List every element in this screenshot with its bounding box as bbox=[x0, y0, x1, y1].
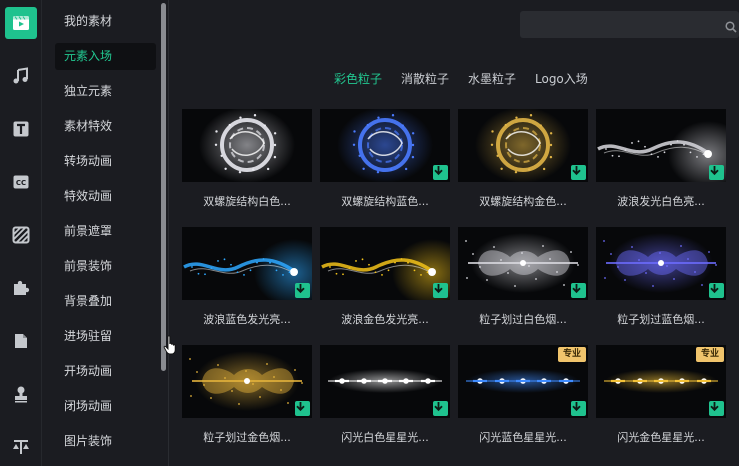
asset-title: 波浪金色发光亮... bbox=[341, 313, 429, 326]
rail-item-music[interactable] bbox=[5, 60, 37, 92]
category-item-entry-hold[interactable]: 进场驻留 bbox=[55, 323, 156, 350]
particle-preview-image bbox=[597, 121, 726, 182]
asset-title: 双螺旋结构白色... bbox=[203, 195, 291, 208]
asset-title: 粒子划过白色烟... bbox=[479, 313, 567, 326]
category-scrollbar[interactable] bbox=[161, 3, 166, 371]
rail-item-media[interactable] bbox=[5, 7, 37, 39]
rail-item-text[interactable] bbox=[5, 113, 37, 145]
filter-icon bbox=[12, 226, 30, 244]
rail-item-split[interactable] bbox=[5, 431, 37, 463]
category-item-image-decor[interactable]: 图片装饰 bbox=[55, 428, 156, 455]
download-icon[interactable] bbox=[709, 283, 724, 298]
tool-rail: CC bbox=[0, 0, 42, 466]
category-item-background-overlay[interactable]: 背景叠加 bbox=[55, 288, 156, 315]
main-panel: 彩色粒子 消散粒子 水墨粒子 Logo入场 双螺旋结构白色... 双螺旋结构蓝色.… bbox=[169, 0, 739, 466]
search-icon[interactable] bbox=[725, 18, 737, 37]
particle-preview-image bbox=[321, 239, 450, 300]
subtab-dissipate-particles[interactable]: 消散粒子 bbox=[401, 70, 449, 87]
subtab-bar: 彩色粒子 消散粒子 水墨粒子 Logo入场 bbox=[169, 70, 739, 88]
asset-thumbnail[interactable] bbox=[596, 109, 726, 182]
asset-thumbnail[interactable]: 专业 bbox=[458, 345, 588, 418]
particle-preview-image bbox=[183, 239, 312, 300]
asset-thumbnail[interactable]: 专业 bbox=[596, 345, 726, 418]
asset-title: 双螺旋结构金色... bbox=[479, 195, 567, 208]
asset-title: 粒子划过蓝色烟... bbox=[617, 313, 705, 326]
category-item-my-assets[interactable]: 我的素材 bbox=[55, 8, 156, 35]
download-icon[interactable] bbox=[571, 401, 586, 416]
asset-thumbnail[interactable] bbox=[320, 109, 450, 182]
particle-preview-image bbox=[337, 109, 433, 182]
particle-preview-image bbox=[475, 109, 571, 182]
asset-title: 波浪发光白色亮... bbox=[617, 195, 705, 208]
app-window: CC 我的素材 元素入场 独立元素 素材特效 转场动画 特效动画 前景遮罩 前景… bbox=[0, 0, 739, 466]
download-icon[interactable] bbox=[295, 401, 310, 416]
download-icon[interactable] bbox=[709, 401, 724, 416]
rail-item-stamp[interactable] bbox=[5, 378, 37, 410]
asset-title: 闪光白色星星光... bbox=[341, 431, 429, 444]
download-icon[interactable] bbox=[433, 401, 448, 416]
category-list: 我的素材 元素入场 独立元素 素材特效 转场动画 特效动画 前景遮罩 前景装饰 … bbox=[43, 0, 170, 466]
mouse-cursor-icon bbox=[163, 335, 179, 359]
asset-thumbnail[interactable] bbox=[320, 227, 450, 300]
asset-title: 波浪蓝色发光亮... bbox=[203, 313, 291, 326]
particle-preview-image bbox=[465, 233, 579, 293]
pro-badge: 专业 bbox=[558, 347, 586, 362]
asset-title: 双螺旋结构蓝色... bbox=[341, 195, 429, 208]
subtitle-icon: CC bbox=[12, 173, 30, 191]
particle-preview-image bbox=[189, 351, 303, 411]
category-item-asset-effects[interactable]: 素材特效 bbox=[55, 113, 156, 140]
subtab-logo-entrance[interactable]: Logo入场 bbox=[535, 70, 588, 87]
category-item-opening[interactable]: 开场动画 bbox=[55, 358, 156, 385]
particle-preview-image bbox=[199, 109, 295, 182]
category-item-transition[interactable]: 转场动画 bbox=[55, 148, 156, 175]
stamp-icon bbox=[12, 385, 30, 403]
category-item-foreground-mask[interactable]: 前景遮罩 bbox=[55, 218, 156, 245]
download-icon[interactable] bbox=[571, 283, 586, 298]
subtab-ink-particles[interactable]: 水墨粒子 bbox=[468, 70, 516, 87]
puzzle-icon bbox=[12, 279, 30, 297]
category-item-element-entrance[interactable]: 元素入场 bbox=[55, 43, 156, 70]
pro-badge: 专业 bbox=[696, 347, 724, 362]
asset-title: 闪光金色星星光... bbox=[617, 431, 705, 444]
rail-item-subtitle[interactable]: CC bbox=[5, 166, 37, 198]
text-icon bbox=[12, 120, 30, 138]
particle-preview-image bbox=[328, 369, 442, 393]
svg-text:CC: CC bbox=[16, 179, 26, 187]
asset-thumbnail[interactable] bbox=[182, 227, 312, 300]
folder-icon bbox=[12, 332, 30, 350]
asset-thumbnail[interactable] bbox=[596, 227, 726, 300]
category-item-standalone[interactable]: 独立元素 bbox=[55, 78, 156, 105]
download-icon[interactable] bbox=[709, 165, 724, 180]
download-icon[interactable] bbox=[433, 165, 448, 180]
download-icon[interactable] bbox=[433, 283, 448, 298]
music-icon bbox=[12, 67, 30, 85]
subtab-color-particles[interactable]: 彩色粒子 bbox=[334, 70, 382, 87]
asset-thumbnail[interactable] bbox=[182, 345, 312, 418]
download-icon[interactable] bbox=[571, 165, 586, 180]
category-item-effect-animation[interactable]: 特效动画 bbox=[55, 183, 156, 210]
download-icon[interactable] bbox=[295, 283, 310, 298]
asset-thumbnail[interactable] bbox=[458, 109, 588, 182]
category-item-closing[interactable]: 闭场动画 bbox=[55, 393, 156, 420]
search-input[interactable] bbox=[520, 11, 739, 38]
media-icon bbox=[11, 13, 31, 33]
asset-thumbnail[interactable] bbox=[182, 109, 312, 182]
category-item-foreground-decor[interactable]: 前景装饰 bbox=[55, 253, 156, 280]
rail-item-folder[interactable] bbox=[5, 325, 37, 357]
asset-thumbnail[interactable] bbox=[320, 345, 450, 418]
asset-thumbnail[interactable] bbox=[458, 227, 588, 300]
rail-item-filter[interactable] bbox=[5, 219, 37, 251]
particle-preview-image bbox=[603, 233, 717, 293]
rail-item-puzzle[interactable] bbox=[5, 272, 37, 304]
split-icon bbox=[12, 438, 30, 456]
asset-title: 粒子划过金色烟... bbox=[203, 431, 291, 444]
asset-title: 闪光蓝色星星光... bbox=[479, 431, 567, 444]
